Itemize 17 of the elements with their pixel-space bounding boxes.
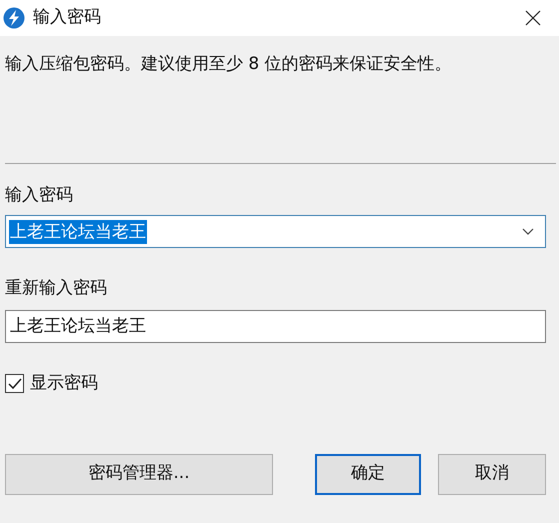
app-logo-icon <box>3 7 25 29</box>
ok-button[interactable]: 确定 <box>315 454 421 494</box>
password-value: 上老王论坛当老王 <box>9 220 147 244</box>
checkmark-icon <box>8 378 22 390</box>
show-password-checkbox[interactable] <box>5 374 24 394</box>
confirm-password-field[interactable]: 上老王论坛当老王 <box>5 310 546 343</box>
chevron-down-icon <box>522 228 534 235</box>
field-label: 输入密码 <box>5 184 74 207</box>
password-manager-button[interactable]: 密码管理器... <box>5 454 273 494</box>
cancel-button[interactable]: 取消 <box>438 454 546 494</box>
confirm-password-value: 上老王论坛当老王 <box>10 314 146 338</box>
close-icon[interactable] <box>525 10 541 26</box>
window-title: 输入密码 <box>33 6 101 30</box>
description-text: 输入压缩包密码。建议使用至少 8 位的密码来保证安全性。 <box>5 54 452 74</box>
password-combo-box[interactable]: 上老王论坛当老王 <box>5 215 546 248</box>
checkbox-label: 显示密码 <box>30 372 98 395</box>
field-label: 重新输入密码 <box>5 277 108 300</box>
